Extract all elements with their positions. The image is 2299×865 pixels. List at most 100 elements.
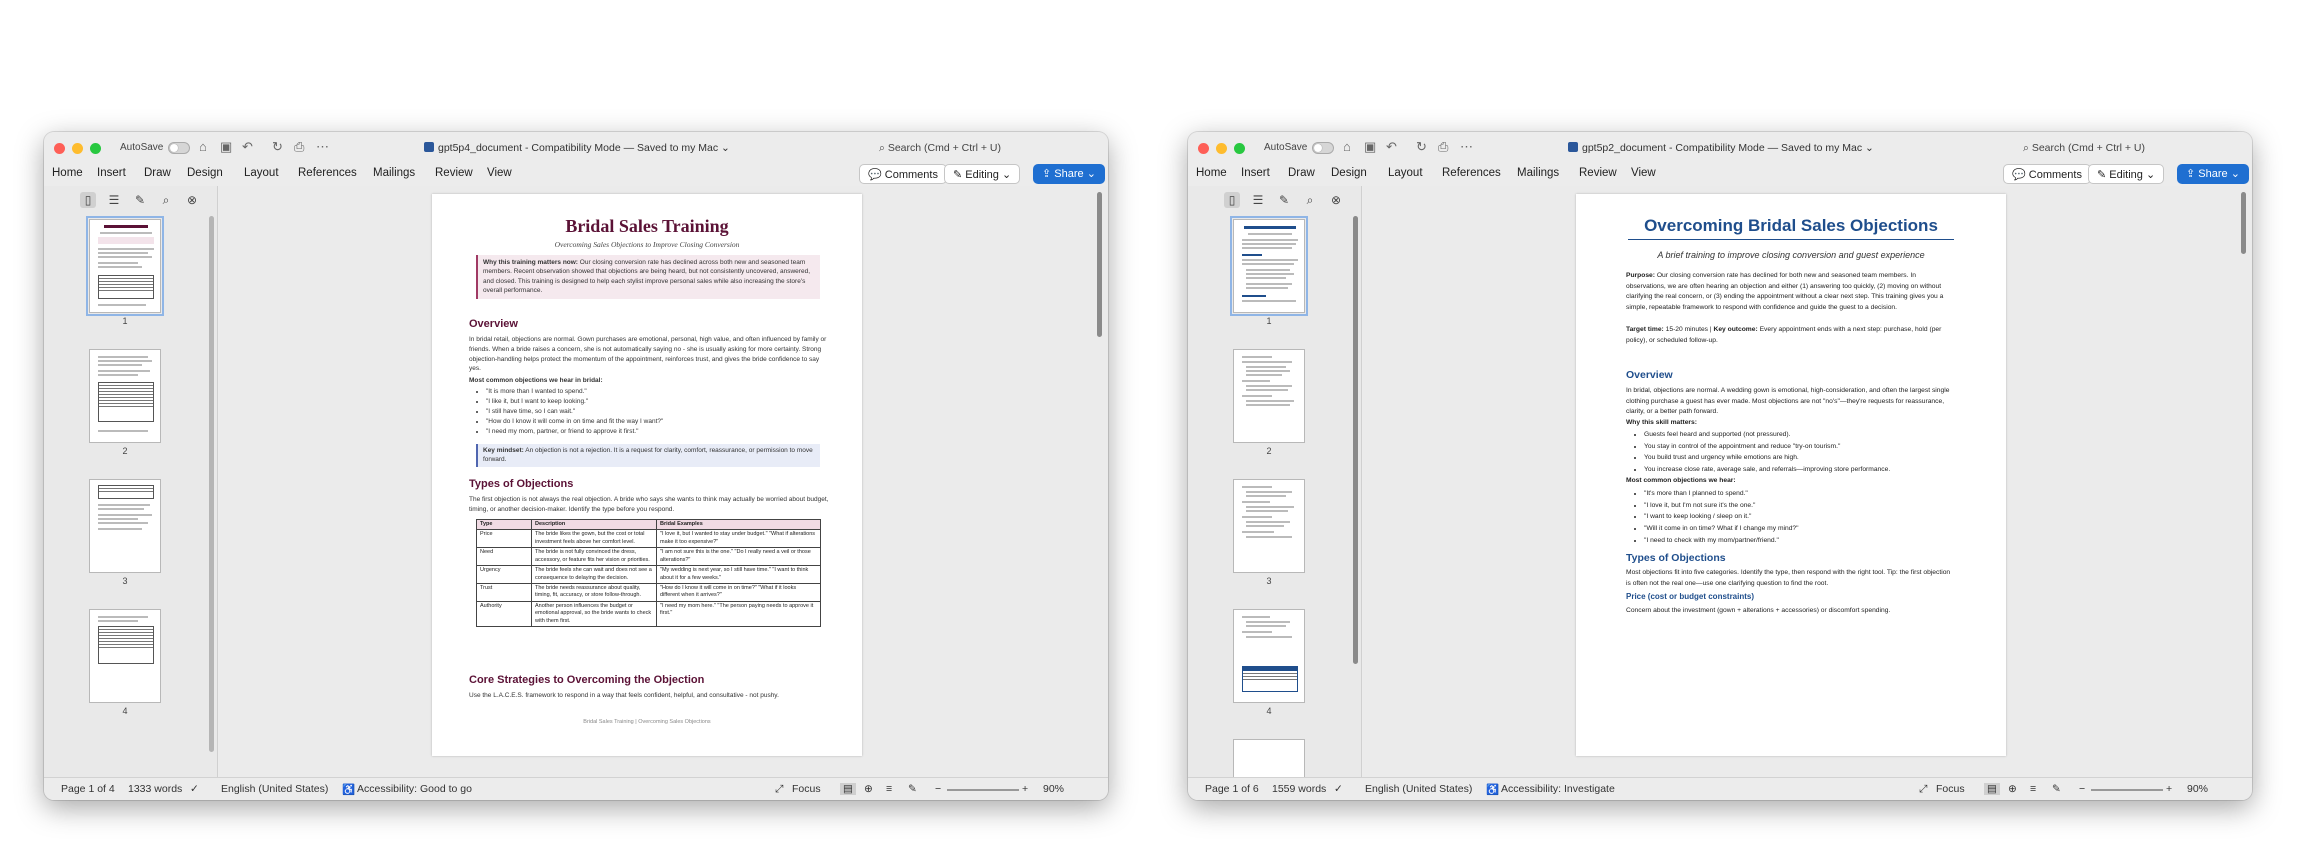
draft-view-icon[interactable]: ✎ [2052, 783, 2061, 795]
word-count[interactable]: 1333 words [128, 783, 182, 795]
comments-button[interactable]: 💬 Comments [859, 164, 947, 184]
web-layout-icon[interactable]: ⊕ [2008, 783, 2017, 795]
zoom-in-icon[interactable]: + [1022, 783, 1028, 795]
home-icon[interactable]: ⌂ [1343, 139, 1351, 154]
document-scrollbar[interactable] [2241, 192, 2246, 254]
document-scrollbar[interactable] [1097, 192, 1102, 337]
zoom-level[interactable]: 90% [2187, 783, 2208, 795]
document-title[interactable]: gpt5p4_document - Compatibility Mode — S… [424, 142, 730, 154]
zoom-slider[interactable] [947, 789, 1019, 791]
tab-mailings[interactable]: Mailings [373, 167, 415, 179]
print-layout-icon[interactable]: ▤ [840, 783, 856, 795]
page-thumbnail-4[interactable] [89, 609, 161, 703]
focus-button[interactable]: Focus [1936, 783, 1965, 795]
review-icon[interactable]: ✎ [132, 192, 148, 208]
editing-button[interactable]: ✎ Editing ⌄ [944, 164, 1021, 184]
proofing-icon[interactable]: ✓ [190, 783, 199, 795]
print-layout-icon[interactable]: ▤ [1984, 783, 2000, 795]
find-icon[interactable]: ⌕ [1302, 192, 1318, 208]
close-window-button[interactable] [54, 143, 65, 154]
tab-review[interactable]: Review [435, 167, 473, 179]
accessibility-status[interactable]: Accessibility: Good to go [357, 783, 472, 795]
tab-home[interactable]: Home [1196, 167, 1227, 179]
document-page[interactable]: Bridal Sales Training Overcoming Sales O… [432, 194, 862, 756]
redo-icon[interactable]: ↻ [1416, 139, 1427, 155]
review-icon[interactable]: ✎ [1276, 192, 1292, 208]
thumbnail-scrollbar[interactable] [1353, 216, 1358, 664]
close-pane-icon[interactable]: ⊗ [184, 192, 200, 208]
page-thumbnail-3[interactable] [1233, 479, 1305, 573]
save-icon[interactable]: ▣ [1364, 139, 1376, 155]
undo-icon[interactable]: ↶ [242, 139, 253, 155]
outline-view-icon[interactable]: ≡ [886, 783, 892, 795]
tab-insert[interactable]: Insert [97, 167, 126, 179]
print-icon[interactable]: ⎙ [1438, 139, 1448, 155]
page-thumbnail-4[interactable] [1233, 609, 1305, 703]
tab-references[interactable]: References [298, 167, 357, 179]
tab-design[interactable]: Design [187, 167, 223, 179]
zoom-window-button[interactable] [1234, 143, 1245, 154]
tab-view[interactable]: View [487, 167, 512, 179]
outline-icon[interactable]: ☰ [1250, 192, 1266, 208]
focus-button[interactable]: Focus [792, 783, 821, 795]
thumbnails-icon[interactable]: ▯ [1224, 192, 1240, 208]
tab-insert[interactable]: Insert [1241, 167, 1270, 179]
language[interactable]: English (United States) [221, 783, 328, 795]
comments-button[interactable]: 💬 Comments [2003, 164, 2091, 184]
undo-icon[interactable]: ↶ [1386, 139, 1397, 155]
zoom-out-icon[interactable]: − [935, 783, 941, 795]
thumbnails-icon[interactable]: ▯ [80, 192, 96, 208]
share-button[interactable]: ⇪ Share ⌄ [1033, 164, 1105, 184]
more-icon[interactable]: ⋯ [1460, 139, 1473, 155]
tab-mailings[interactable]: Mailings [1517, 167, 1559, 179]
outline-icon[interactable]: ☰ [106, 192, 122, 208]
tab-view[interactable]: View [1631, 167, 1656, 179]
language[interactable]: English (United States) [1365, 783, 1472, 795]
draft-view-icon[interactable]: ✎ [908, 783, 917, 795]
close-pane-icon[interactable]: ⊗ [1328, 192, 1344, 208]
search-field[interactable]: ⌕ Search (Cmd + Ctrl + U) [879, 142, 1001, 155]
tab-draw[interactable]: Draw [144, 167, 171, 179]
minimize-window-button[interactable] [72, 143, 83, 154]
editing-button[interactable]: ✎ Editing ⌄ [2088, 164, 2165, 184]
tab-layout[interactable]: Layout [244, 167, 279, 179]
share-button[interactable]: ⇪ Share ⌄ [2177, 164, 2249, 184]
home-icon[interactable]: ⌂ [199, 139, 207, 154]
zoom-in-icon[interactable]: + [2166, 783, 2172, 795]
find-icon[interactable]: ⌕ [158, 192, 174, 208]
page-thumbnail-2[interactable] [1233, 349, 1305, 443]
zoom-level[interactable]: 90% [1043, 783, 1064, 795]
minimize-window-button[interactable] [1216, 143, 1227, 154]
tab-design[interactable]: Design [1331, 167, 1367, 179]
tab-review[interactable]: Review [1579, 167, 1617, 179]
search-field[interactable]: ⌕ Search (Cmd + Ctrl + U) [2023, 142, 2145, 155]
autosave-toggle[interactable] [1312, 142, 1334, 154]
page-thumbnail-3[interactable] [89, 479, 161, 573]
more-icon[interactable]: ⋯ [316, 139, 329, 155]
document-title[interactable]: gpt5p2_document - Compatibility Mode — S… [1568, 142, 1874, 154]
word-count[interactable]: 1559 words [1272, 783, 1326, 795]
tab-draw[interactable]: Draw [1288, 167, 1315, 179]
tab-layout[interactable]: Layout [1388, 167, 1423, 179]
page-thumbnail-1[interactable] [1230, 216, 1308, 316]
accessibility-status[interactable]: Accessibility: Investigate [1501, 783, 1615, 795]
page-thumbnail-1[interactable] [86, 216, 164, 316]
thumbnail-scrollbar[interactable] [209, 216, 214, 752]
print-icon[interactable]: ⎙ [294, 139, 304, 155]
page-count[interactable]: Page 1 of 4 [61, 783, 115, 795]
redo-icon[interactable]: ↻ [272, 139, 283, 155]
autosave-toggle[interactable] [168, 142, 190, 154]
web-layout-icon[interactable]: ⊕ [864, 783, 873, 795]
tab-references[interactable]: References [1442, 167, 1501, 179]
zoom-window-button[interactable] [90, 143, 101, 154]
proofing-icon[interactable]: ✓ [1334, 783, 1343, 795]
document-page[interactable]: Overcoming Bridal Sales Objections A bri… [1576, 194, 2006, 756]
outline-view-icon[interactable]: ≡ [2030, 783, 2036, 795]
zoom-out-icon[interactable]: − [2079, 783, 2085, 795]
close-window-button[interactable] [1198, 143, 1209, 154]
tab-home[interactable]: Home [52, 167, 83, 179]
save-icon[interactable]: ▣ [220, 139, 232, 155]
page-count[interactable]: Page 1 of 6 [1205, 783, 1259, 795]
zoom-slider[interactable] [2091, 789, 2163, 791]
page-thumbnail-2[interactable] [89, 349, 161, 443]
